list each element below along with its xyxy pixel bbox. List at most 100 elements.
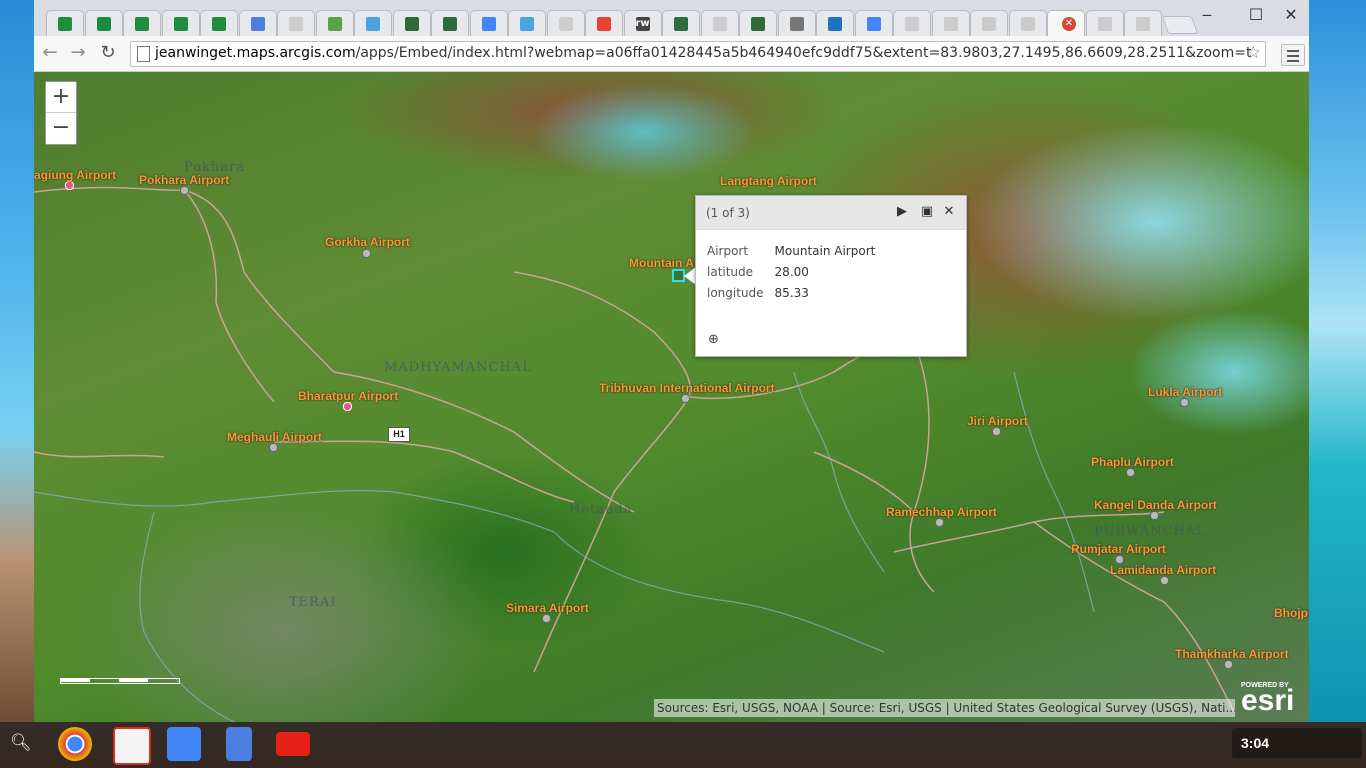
google-plus-icon[interactable] — [167, 727, 201, 761]
zoom-out-button[interactable]: − — [46, 113, 76, 143]
sheets-icon — [96, 16, 111, 31]
chrome-menu-icon[interactable] — [1281, 44, 1305, 66]
browser-tab[interactable] — [662, 10, 700, 36]
page-info-icon[interactable] — [137, 46, 150, 62]
airport-marker[interactable] — [362, 249, 371, 258]
browser-tab[interactable] — [431, 10, 469, 36]
browser-tab[interactable] — [508, 10, 546, 36]
close-window-icon[interactable]: ✕ — [1278, 5, 1304, 24]
airport-label-simara[interactable]: Simara Airport — [506, 601, 589, 615]
browser-tab[interactable] — [200, 10, 238, 36]
airport-marker[interactable] — [542, 614, 551, 623]
airport-label-lamidanda[interactable]: Lamidanda Airport — [1110, 563, 1216, 577]
browser-tab[interactable] — [354, 10, 392, 36]
browser-tab[interactable] — [854, 10, 893, 36]
airport-marker[interactable] — [1180, 398, 1189, 407]
gmail-icon[interactable] — [113, 727, 151, 765]
airport-label-lukla[interactable]: Lukla Airport — [1148, 385, 1222, 399]
airport-marker[interactable] — [1224, 660, 1233, 669]
browser-tab[interactable] — [123, 10, 161, 36]
airport-label-jiri[interactable]: Jiri Airport — [967, 414, 1028, 428]
maximize-popup-icon[interactable]: ▣ — [919, 204, 935, 219]
docs-icon[interactable] — [226, 727, 252, 761]
bookmark-star-icon[interactable]: ☆ — [1246, 43, 1261, 63]
minimize-icon[interactable]: ‒ — [1194, 5, 1220, 24]
airport-label-rumjatar[interactable]: Rumjatar Airport — [1071, 542, 1166, 556]
back-arrow-icon[interactable]: ← — [38, 42, 62, 64]
airport-marker[interactable] — [992, 427, 1001, 436]
airport-marker[interactable] — [1150, 511, 1159, 520]
chrome-icon[interactable] — [58, 727, 92, 761]
airport-label-ramechhap[interactable]: Ramechhap Airport — [886, 505, 997, 519]
browser-tab[interactable] — [893, 10, 931, 36]
airport-label-gorkha[interactable]: Gorkha Airport — [325, 235, 410, 249]
airport-label-meghauli[interactable]: Meghauli Airport — [227, 430, 322, 444]
airport-marker[interactable] — [1126, 468, 1135, 477]
zoom-control: + − — [45, 81, 77, 145]
map-attribution[interactable]: Sources: Esri, USGS, NOAA | Source: Esri… — [654, 699, 1235, 717]
airport-label-tribhuvan[interactable]: Tribhuvan International Airport — [599, 381, 775, 395]
browser-tab[interactable] — [1124, 10, 1162, 36]
airport-label-thamkharka[interactable]: Thamkharka Airport — [1175, 647, 1289, 661]
region-label-purwanchal: PURWANCHAL — [1094, 524, 1206, 539]
reload-icon[interactable]: ↻ — [96, 42, 120, 64]
airport-marker[interactable] — [935, 518, 944, 527]
airport-label-bhojpur[interactable]: Bhojpur A — [1274, 606, 1309, 620]
region-label-madhyamanchal: MADHYAMANCHAL — [384, 360, 532, 375]
youtube-icon[interactable] — [276, 732, 310, 756]
airport-marker[interactable] — [1160, 576, 1169, 585]
twitter-icon — [366, 16, 380, 31]
airport-marker[interactable] — [180, 186, 189, 195]
airport-label-langtang[interactable]: Langtang Airport — [720, 174, 817, 188]
app-launcher-search-icon[interactable]: 🔍︎ — [10, 733, 32, 753]
esri-logo[interactable]: POWERED BY esri — [1241, 682, 1294, 716]
google-plus-icon — [481, 16, 496, 31]
browser-tab[interactable] — [238, 10, 277, 36]
page-icon — [1097, 16, 1112, 31]
browser-tab[interactable] — [1008, 10, 1047, 36]
tab-strip: ‒ ☐ ✕ rw ✕ — [34, 0, 1309, 36]
browser-tab[interactable] — [700, 10, 739, 36]
browser-tab[interactable] — [46, 10, 84, 36]
airport-label-kangel-danda[interactable]: Kangel Danda Airport — [1094, 498, 1217, 512]
browser-tab[interactable] — [777, 10, 816, 36]
next-feature-icon[interactable]: ▶ — [894, 204, 910, 219]
close-tab-icon[interactable]: ✕ — [1062, 16, 1076, 31]
airport-label-phaplu[interactable]: Phaplu Airport — [1091, 455, 1174, 469]
browser-tab[interactable] — [84, 10, 123, 36]
globe-icon — [674, 16, 688, 31]
desktop-wallpaper-left — [0, 0, 34, 722]
zoom-in-button[interactable]: + — [46, 82, 76, 113]
clock[interactable]: 3:04 — [1241, 735, 1269, 751]
browser-tab[interactable] — [1085, 10, 1124, 36]
browser-tab[interactable] — [585, 10, 623, 36]
browser-window: ‒ ☐ ✕ rw ✕ ← → ↻ jeanwinget.maps.arcgis.c… — [34, 0, 1309, 722]
airport-marker[interactable] — [681, 394, 690, 403]
browser-tab[interactable] — [739, 10, 777, 36]
airport-marker[interactable] — [65, 181, 74, 190]
airport-label-agiung[interactable]: agiung Airport — [34, 168, 116, 182]
browser-tab[interactable] — [931, 10, 970, 36]
close-popup-icon[interactable]: ✕ — [941, 204, 957, 219]
map-view[interactable]: Pokhara MADHYAMANCHAL Hetauda TERAI PURW… — [34, 72, 1309, 722]
browser-tab[interactable]: rw — [623, 10, 662, 36]
browser-tab[interactable] — [161, 10, 200, 36]
browser-tab[interactable] — [392, 10, 431, 36]
browser-tab[interactable] — [315, 10, 354, 36]
airport-marker[interactable] — [343, 402, 352, 411]
browser-tab[interactable] — [816, 10, 854, 36]
browser-tab[interactable] — [546, 10, 585, 36]
airport-label-bharatpur[interactable]: Bharatpur Airport — [298, 389, 398, 403]
browser-tab[interactable]: ✕ — [1047, 10, 1085, 36]
airport-marker[interactable] — [269, 443, 278, 452]
maximize-icon[interactable]: ☐ — [1243, 5, 1269, 24]
airport-label-pokhara[interactable]: Pokhara Airport — [139, 173, 229, 187]
browser-tab[interactable] — [970, 10, 1008, 36]
forward-arrow-icon[interactable]: → — [66, 42, 90, 64]
browser-tab[interactable] — [277, 10, 315, 36]
browser-tab[interactable] — [469, 10, 508, 36]
page-icon — [1020, 16, 1035, 31]
zoom-to-feature-icon[interactable]: ⊕ — [708, 332, 719, 347]
address-bar[interactable]: jeanwinget.maps.arcgis.com/apps/Embed/in… — [130, 41, 1266, 67]
new-tab-button[interactable] — [1161, 16, 1199, 34]
